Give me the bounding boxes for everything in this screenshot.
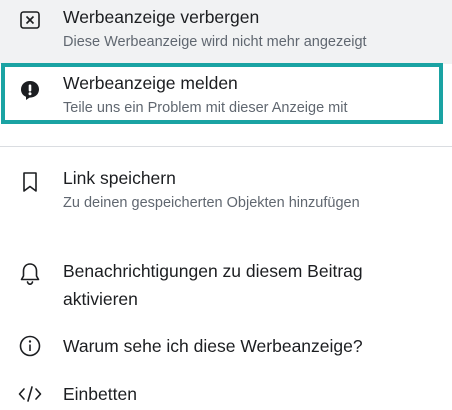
hide-ad-icon (14, 4, 46, 36)
report-ad-icon (14, 75, 46, 107)
menu-item-title: Werbeanzeige verbergen (63, 7, 260, 27)
menu-item-embed[interactable]: Einbetten (0, 378, 452, 410)
menu-item-title: Link speichern (63, 168, 176, 188)
menu-item-title-line2: aktivieren (63, 289, 138, 309)
menu-item-why-this-ad[interactable]: Warum sehe ich diese Werbeanzeige? (0, 330, 452, 370)
menu-item-subtitle: Diese Werbeanzeige wird nicht mehr angez… (63, 34, 367, 50)
menu-item-report-ad[interactable]: Werbeanzeige melden Teile uns ein Proble… (0, 63, 452, 124)
menu-item-title: Werbeanzeige melden (63, 73, 238, 93)
menu-divider (0, 146, 452, 147)
menu-item-title: Warum sehe ich diese Werbeanzeige? (63, 336, 363, 356)
embed-icon (14, 378, 46, 410)
menu-item-hide-ad[interactable]: Werbeanzeige verbergen Diese Werbeanzeig… (0, 0, 452, 62)
menu-item-notifications[interactable]: Benachrichtigungen zu diesem Beitrag akt… (0, 250, 452, 316)
menu-item-title: Einbetten (63, 384, 137, 404)
menu-item-subtitle: Zu deinen gespeicherten Objekten hinzufü… (63, 195, 360, 211)
menu-item-subtitle: Teile uns ein Problem mit dieser Anzeige… (63, 100, 348, 116)
info-icon (14, 330, 46, 362)
menu-item-title: Benachrichtigungen zu diesem Beitrag (63, 261, 363, 281)
bell-icon (14, 258, 46, 290)
menu-item-save-link[interactable]: Link speichern Zu deinen gespeicherten O… (0, 160, 452, 226)
bookmark-icon (14, 166, 46, 198)
